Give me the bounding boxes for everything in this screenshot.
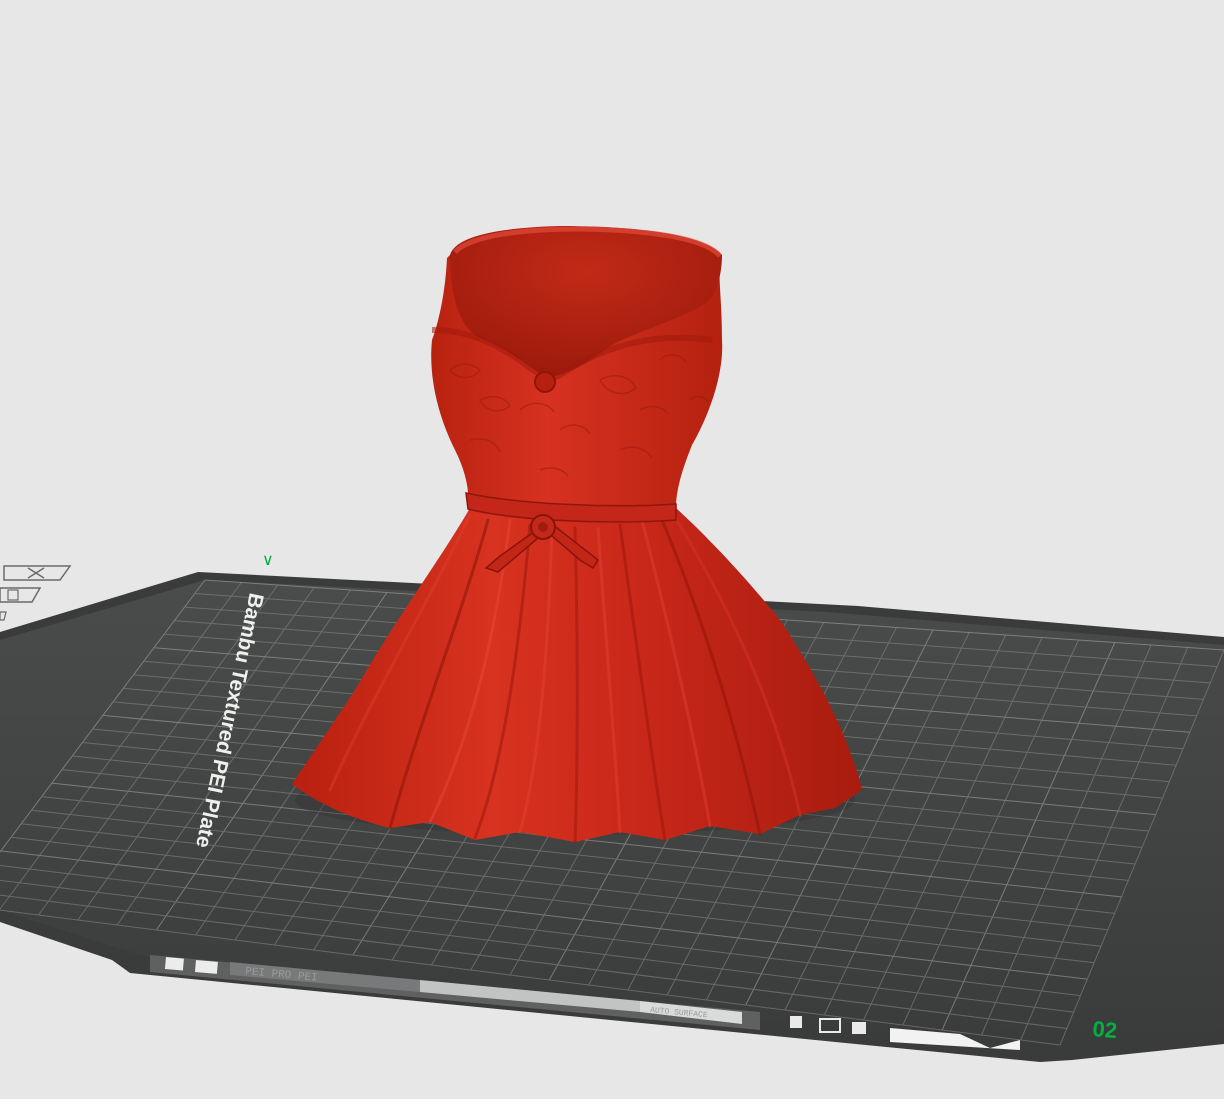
axis-marker: ∨ xyxy=(262,552,274,569)
dress-model[interactable] xyxy=(292,226,862,844)
layout-icon[interactable] xyxy=(0,587,42,603)
bodice-button xyxy=(534,371,556,393)
close-icon[interactable] xyxy=(3,565,72,581)
plate-toolbar xyxy=(0,565,72,621)
3d-viewport[interactable]: Bambu Textured PEI Plate PEI PRO PEI AUT… xyxy=(0,0,1224,1099)
plate-number: 02 xyxy=(1092,1016,1119,1043)
scene: Bambu Textured PEI Plate PEI PRO PEI AUT… xyxy=(0,226,1224,1062)
